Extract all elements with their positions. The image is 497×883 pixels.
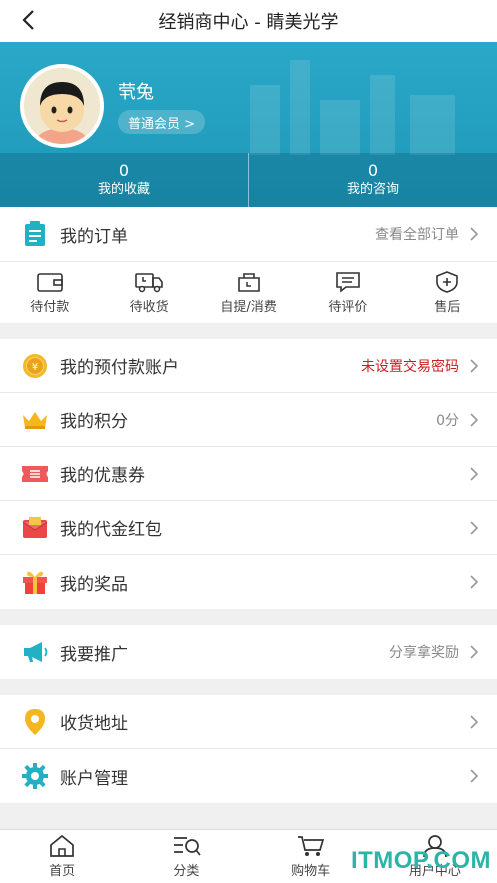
username: 茕兔: [118, 82, 154, 103]
stat-favorites-count: 0: [118, 161, 130, 180]
order-status-label: 待付款: [30, 299, 70, 315]
store-icon: [237, 272, 260, 292]
cart-icon: [297, 836, 324, 856]
stat-favorites-label: 我的收藏: [97, 182, 150, 197]
profile-header: 茕兔 普通会员 > 0 我的收藏 0 我的咨询: [0, 42, 497, 207]
coupons-label: 我的优惠券: [60, 466, 145, 486]
back-arrow-icon: [22, 10, 34, 30]
chevron-right-icon: [470, 358, 479, 373]
address-row[interactable]: 收货地址: [0, 695, 497, 749]
stat-favorites[interactable]: 0 我的收藏: [0, 153, 248, 207]
order-status-pending-payment[interactable]: 待付款: [0, 262, 99, 323]
password-warning: 未设置交易密码: [361, 358, 459, 375]
coin-icon: ¥: [20, 351, 50, 381]
account-manage-row[interactable]: 账户管理: [0, 749, 497, 803]
nav-home[interactable]: 首页: [0, 830, 124, 883]
gear-icon: [20, 761, 50, 791]
orders-card: 我的订单 查看全部订单 待付款 待收货 自提/消费 待评价 售后: [0, 207, 497, 323]
settings-card: 收货地址 账户管理: [0, 695, 497, 803]
orders-row[interactable]: 我的订单 查看全部订单: [0, 207, 497, 261]
nav-home-label: 首页: [49, 864, 76, 879]
red-packet-row[interactable]: 我的代金红包: [0, 501, 497, 555]
chevron-right-icon: [470, 714, 479, 729]
member-level-label: 普通会员 >: [128, 116, 196, 132]
order-status-label: 售后: [434, 299, 461, 315]
stats-bar: 0 我的收藏 0 我的咨询: [0, 153, 497, 207]
chevron-right-icon: [470, 412, 479, 427]
megaphone-icon: [20, 637, 50, 667]
page-title: 经销商中心 - 睛美光学: [158, 12, 339, 33]
nav-cart-label: 购物车: [291, 864, 331, 879]
prepay-account-row[interactable]: ¥ 我的预付款账户 未设置交易密码: [0, 339, 497, 393]
prizes-label: 我的奖品: [60, 574, 128, 595]
chevron-right-icon: [470, 520, 479, 535]
crown-icon: [20, 405, 50, 435]
stat-consults[interactable]: 0 我的咨询: [249, 153, 497, 207]
back-button[interactable]: [18, 8, 38, 32]
prepay-account-label: 我的预付款账户: [60, 358, 179, 378]
points-label: 我的积分: [60, 412, 128, 432]
wallet-icon: [36, 272, 63, 292]
chevron-right-icon: [470, 769, 479, 783]
order-status-bar: 待付款 待收货 自提/消费 待评价 售后: [0, 261, 497, 323]
svg-text:¥: ¥: [32, 362, 38, 373]
ticket-icon: [20, 459, 50, 489]
nav-category[interactable]: 分类: [124, 830, 248, 883]
chevron-right-icon: [470, 227, 479, 241]
account-card: ¥ 我的预付款账户 未设置交易密码 我的积分 0分 我的优惠券 我的代金红包 我…: [0, 339, 497, 609]
address-label: 收货地址: [60, 714, 128, 734]
orders-title: 我的订单: [60, 226, 128, 247]
promote-card: 我要推广 分享拿奖励: [0, 625, 497, 679]
shield-icon: [436, 270, 459, 293]
order-status-pickup[interactable]: 自提/消费: [199, 262, 298, 323]
category-search-icon: [174, 837, 202, 856]
avatar[interactable]: [20, 64, 104, 148]
top-bar: 经销商中心 - 睛美光学: [0, 0, 497, 42]
chevron-right-icon: [470, 575, 479, 589]
view-all-orders-link[interactable]: 查看全部订单: [375, 224, 459, 244]
comment-icon: [336, 271, 360, 293]
red-packet-label: 我的代金红包: [60, 520, 162, 540]
location-pin-icon: [20, 707, 50, 737]
order-status-label: 自提/消费: [220, 299, 277, 315]
watermark: ITMOP.COM: [350, 847, 491, 874]
red-packet-icon: [20, 513, 50, 543]
chevron-right-icon: [470, 645, 479, 659]
order-status-label: 待收货: [129, 299, 169, 315]
account-manage-label: 账户管理: [60, 768, 128, 789]
coupons-row[interactable]: 我的优惠券: [0, 447, 497, 501]
stat-consults-count: 0: [367, 161, 379, 180]
promote-row[interactable]: 我要推广 分享拿奖励: [0, 625, 497, 679]
member-level-badge[interactable]: 普通会员 >: [118, 110, 206, 134]
points-row[interactable]: 我的积分 0分: [0, 393, 497, 447]
order-status-pending-receipt[interactable]: 待收货: [99, 262, 198, 323]
prizes-row[interactable]: 我的奖品: [0, 555, 497, 609]
chevron-right-icon: [470, 466, 479, 481]
order-status-pending-review[interactable]: 待评价: [298, 262, 397, 323]
home-icon: [50, 834, 74, 857]
promote-reward: 分享拿奖励: [389, 645, 459, 661]
stat-consults-label: 我的咨询: [346, 182, 399, 197]
truck-icon: [135, 272, 163, 292]
nav-category-label: 分类: [173, 864, 200, 879]
order-status-after-sales[interactable]: 售后: [398, 262, 497, 323]
order-status-label: 待评价: [328, 299, 368, 315]
gift-icon: [20, 567, 50, 597]
points-value: 0分: [436, 412, 459, 429]
clipboard-icon: [20, 219, 50, 249]
promote-label: 我要推广: [60, 644, 128, 665]
